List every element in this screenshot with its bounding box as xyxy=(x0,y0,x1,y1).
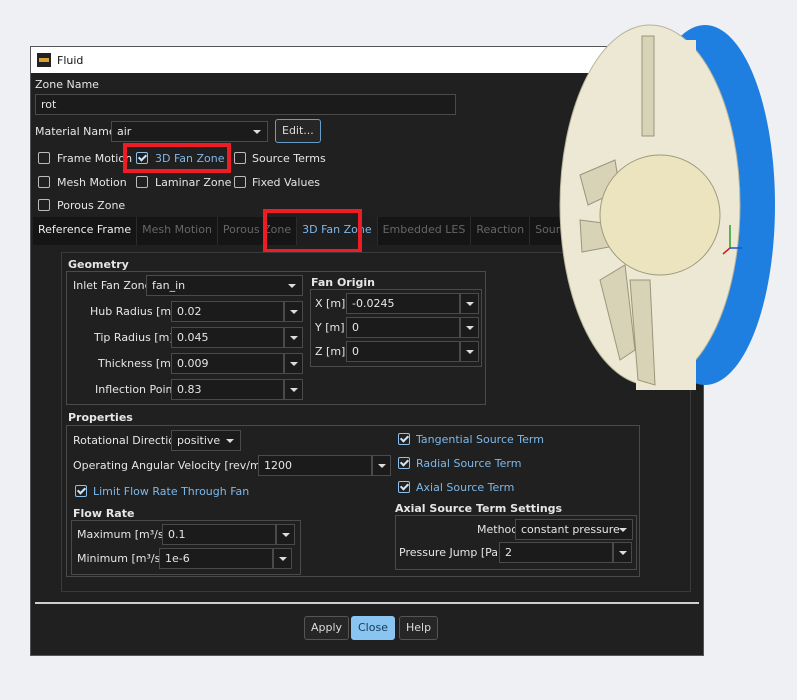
fan-hub-sphere xyxy=(599,154,721,276)
zone-name-label: Zone Name xyxy=(35,78,99,91)
checkbox[interactable] xyxy=(398,457,410,469)
chevron-down-icon xyxy=(285,279,299,293)
properties-title: Properties xyxy=(68,411,133,424)
option-label: Fixed Values xyxy=(252,176,320,189)
option-label: Source Terms xyxy=(252,152,326,165)
method-label: Method xyxy=(477,523,519,536)
option-label: Frame Motion xyxy=(57,152,133,165)
thickness-dropdown[interactable] xyxy=(284,353,303,374)
apply-button[interactable]: Apply xyxy=(304,616,350,640)
checkbox[interactable] xyxy=(38,152,50,164)
method-select[interactable]: constant pressure xyxy=(515,519,633,540)
inflection-point-dropdown[interactable] xyxy=(284,379,303,400)
window-title: Fluid xyxy=(57,53,84,67)
x-input[interactable]: -0.0245 xyxy=(346,293,460,314)
tab-mesh-motion[interactable]: Mesh Motion xyxy=(137,217,218,245)
checkbox[interactable] xyxy=(38,199,50,211)
radial-source-label: Radial Source Term xyxy=(416,457,522,470)
limit-flow-rate-label: Limit Flow Rate Through Fan xyxy=(93,485,250,498)
rotational-direction-value: positive xyxy=(177,434,221,447)
material-name-label: Material Name xyxy=(35,125,116,138)
tangential-source-label: Tangential Source Term xyxy=(416,433,544,446)
inlet-fan-zone-select[interactable]: fan_in xyxy=(146,275,303,296)
flow-rate-title: Flow Rate xyxy=(73,507,135,520)
thickness-label: Thickness [m] xyxy=(98,357,176,370)
fan-origin-title: Fan Origin xyxy=(311,276,375,289)
rotational-direction-label: Rotational Direction xyxy=(73,434,182,447)
highlight-box xyxy=(263,209,362,253)
hub-radius-dropdown[interactable] xyxy=(284,301,303,322)
inlet-fan-zone-value: fan_in xyxy=(152,279,186,292)
tip-radius-input[interactable]: 0.045 xyxy=(171,327,284,348)
geometry-title: Geometry xyxy=(68,258,129,271)
y-label: Y [m] xyxy=(315,321,345,334)
thickness-input[interactable]: 0.009 xyxy=(171,353,284,374)
method-value: constant pressure xyxy=(521,523,620,536)
edit-material-button[interactable]: Edit... xyxy=(275,119,321,143)
x-label: X [m] xyxy=(315,297,346,310)
z-dropdown[interactable] xyxy=(460,341,479,362)
y-dropdown[interactable] xyxy=(460,317,479,338)
angular-velocity-label: Operating Angular Velocity [rev/min] xyxy=(73,459,275,472)
angular-velocity-input[interactable]: 1200 xyxy=(258,455,372,476)
axial-settings-title: Axial Source Term Settings xyxy=(395,502,563,515)
tip-radius-dropdown[interactable] xyxy=(284,327,303,348)
zone-name-input[interactable]: rot xyxy=(35,94,456,115)
minimum-dropdown[interactable] xyxy=(273,548,292,569)
hub-radius-input[interactable]: 0.02 xyxy=(171,301,284,322)
hub-radius-label: Hub Radius [m] xyxy=(90,305,176,318)
inflection-point-label: Inflection Point xyxy=(95,383,177,396)
z-input[interactable]: 0 xyxy=(346,341,460,362)
rotational-direction-select[interactable]: positive xyxy=(171,430,241,451)
close-button[interactable]: Close xyxy=(351,616,395,640)
option-label: Laminar Zone xyxy=(155,176,232,189)
maximum-input[interactable]: 0.1 xyxy=(162,524,276,545)
chevron-down-icon xyxy=(616,523,630,537)
minimum-input[interactable]: 1e-6 xyxy=(159,548,273,569)
angular-velocity-dropdown[interactable] xyxy=(372,455,391,476)
help-button[interactable]: Help xyxy=(399,616,439,640)
checkbox[interactable] xyxy=(75,485,87,497)
pressure-jump-label: Pressure Jump [Pa] xyxy=(399,546,503,559)
option-label: Mesh Motion xyxy=(57,176,127,189)
material-value: air xyxy=(117,125,132,138)
x-dropdown[interactable] xyxy=(460,293,479,314)
minimum-label: Minimum [m³/s] xyxy=(77,552,165,565)
pressure-jump-dropdown[interactable] xyxy=(613,542,632,563)
maximum-label: Maximum [m³/s] xyxy=(77,528,168,541)
fan-3d-model-image xyxy=(559,24,775,390)
checkbox[interactable] xyxy=(398,481,410,493)
checkbox[interactable] xyxy=(234,152,246,164)
checkbox[interactable] xyxy=(136,176,148,188)
material-select[interactable]: air xyxy=(111,121,268,142)
divider xyxy=(35,602,699,604)
chevron-down-icon xyxy=(250,125,264,139)
inflection-point-input[interactable]: 0.83 xyxy=(171,379,284,400)
option-label: Porous Zone xyxy=(57,199,126,212)
inlet-fan-zone-label: Inlet Fan Zone xyxy=(73,279,152,292)
tip-radius-label: Tip Radius [m] xyxy=(94,331,174,344)
fluent-app-icon xyxy=(37,53,51,67)
maximum-dropdown[interactable] xyxy=(276,524,295,545)
z-label: Z [m] xyxy=(315,345,346,358)
highlight-box xyxy=(123,143,231,173)
pressure-jump-input[interactable]: 2 xyxy=(499,542,613,563)
chevron-down-icon xyxy=(223,434,237,448)
checkbox[interactable] xyxy=(38,176,50,188)
checkbox[interactable] xyxy=(398,433,410,445)
checkbox[interactable] xyxy=(234,176,246,188)
axial-source-label: Axial Source Term xyxy=(416,481,515,494)
fan-blade xyxy=(641,35,655,137)
tab-reference-frame[interactable]: Reference Frame xyxy=(33,217,138,245)
y-input[interactable]: 0 xyxy=(346,317,460,338)
tab-embedded-les[interactable]: Embedded LES xyxy=(378,217,472,245)
